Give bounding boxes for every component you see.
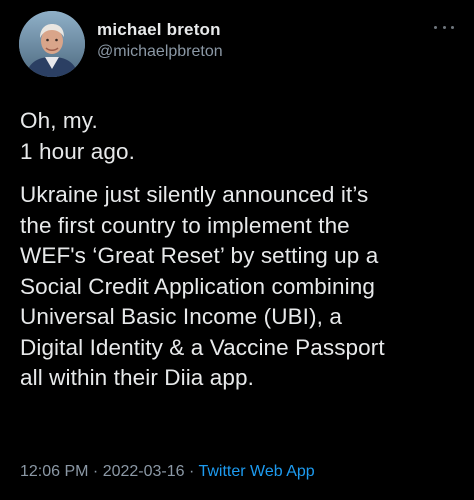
author-display-name[interactable]: michael breton (97, 19, 223, 41)
meta-separator: · (184, 463, 199, 480)
tweet-line: 1 hour ago. (20, 138, 135, 164)
tweet-line: the first country to implement the (20, 212, 350, 238)
author-info: michael breton @michaelpbreton (97, 19, 223, 62)
more-horizontal-icon[interactable] (434, 22, 454, 32)
tweet-card: michael breton @michaelpbreton Oh, my. 1… (0, 0, 474, 500)
tweet-line: WEF's ‘Great Reset’ by setting up a (20, 243, 379, 268)
tweet-line: Universal Basic Income (UBI), a (20, 304, 342, 329)
more-dot (451, 25, 454, 29)
author-handle[interactable]: @michaelpbreton (97, 42, 223, 62)
more-dot (442, 25, 446, 29)
more-dot (434, 25, 437, 29)
tweet-meta: 12:06 PM · 2022-03-16 · Twitter Web App (20, 461, 315, 483)
avatar[interactable] (19, 11, 85, 77)
tweet-line: Social Credit Application combining (20, 273, 375, 299)
tweet-time[interactable]: 12:06 PM (20, 463, 88, 480)
tweet-date[interactable]: 2022-03-16 (103, 463, 185, 480)
meta-separator: · (88, 463, 103, 480)
tweet-line: Ukraine just silently announced it’s (20, 182, 369, 207)
avatar-photo (19, 11, 85, 77)
tweet-line: Digital Identity & a Vaccine Passport (20, 334, 385, 360)
tweet-source-link[interactable]: Twitter Web App (198, 463, 314, 480)
tweet-text: Oh, my. 1 hour ago. Ukraine just silentl… (20, 106, 460, 394)
tweet-line: Oh, my. (20, 108, 98, 133)
tweet-line: all within their Diia app. (20, 365, 254, 390)
